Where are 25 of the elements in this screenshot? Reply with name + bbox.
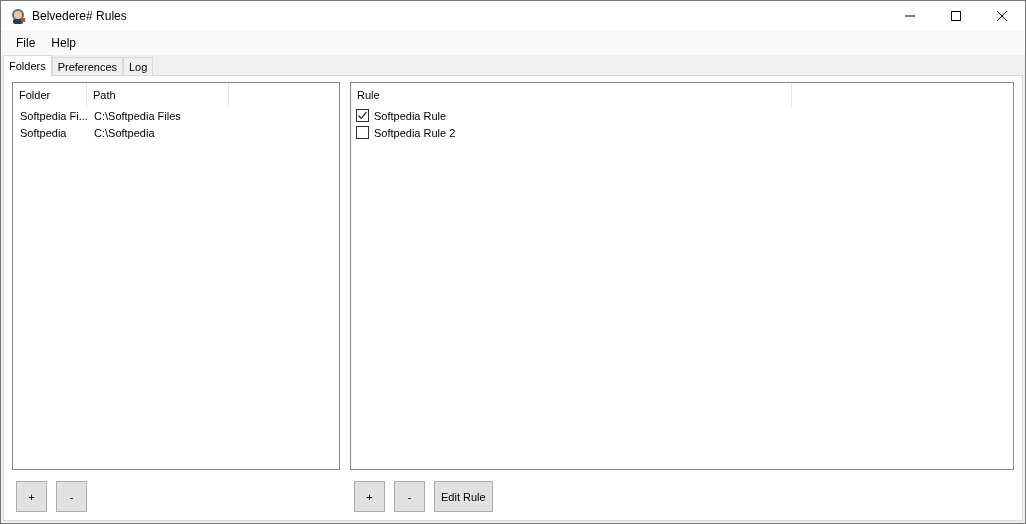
column-header[interactable]: Rule [351,83,792,107]
rule-button[interactable]: Edit Rule [434,481,493,512]
tab[interactable]: Folders [3,55,52,76]
folder-button[interactable]: - [56,481,87,512]
maximize-icon[interactable] [950,10,962,22]
table-cell-text: C:\Softpedia [93,126,155,139]
tab[interactable]: Preferences [51,57,123,75]
table-cell-text: Softpedia Fi... [19,109,87,122]
table-cell-text: Softpedia [19,126,68,139]
app-icon [10,8,26,24]
rule-button[interactable]: - [394,481,425,512]
column-header[interactable]: Path [87,83,229,107]
window-title: Belvedere# Rules [32,9,127,23]
folder-button[interactable]: + [16,481,47,512]
rule-label: Softpedia Rule 2 [373,126,456,139]
menu-item[interactable]: Help [43,36,85,50]
rule-label: Softpedia Rule [373,109,447,122]
tab[interactable]: Log [123,57,154,75]
rule-button[interactable]: + [354,481,385,512]
checkbox[interactable] [356,126,369,139]
column-header[interactable]: Folder [13,83,87,107]
checkbox[interactable] [356,109,369,122]
menu-item[interactable]: File [8,36,44,50]
close-icon[interactable] [996,10,1008,22]
table-cell-text: C:\Softpedia Files [93,109,181,122]
